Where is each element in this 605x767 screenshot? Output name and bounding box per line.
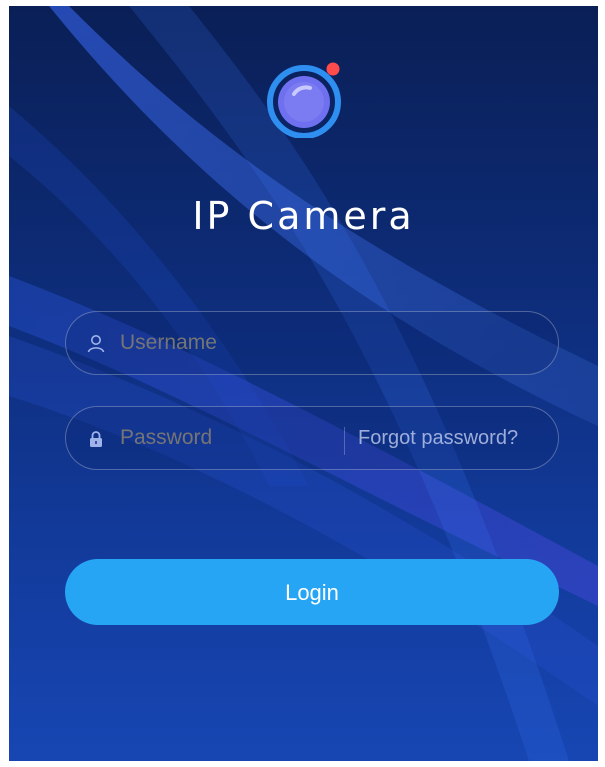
app-title: IP Camera <box>192 194 415 238</box>
field-divider <box>344 427 345 455</box>
username-field[interactable] <box>65 311 559 375</box>
forgot-password-link[interactable]: Forgot password? <box>358 407 558 469</box>
forgot-password-label: Forgot password? <box>358 427 519 449</box>
username-input[interactable] <box>120 312 540 374</box>
user-icon <box>87 335 105 353</box>
password-input[interactable] <box>120 407 370 469</box>
camera-lens-icon <box>267 62 341 138</box>
lock-icon <box>90 431 102 447</box>
password-field[interactable]: Forgot password? <box>65 406 559 470</box>
login-button[interactable]: Login <box>65 559 559 625</box>
login-screen: IP Camera Forgot password? Login <box>9 6 598 761</box>
